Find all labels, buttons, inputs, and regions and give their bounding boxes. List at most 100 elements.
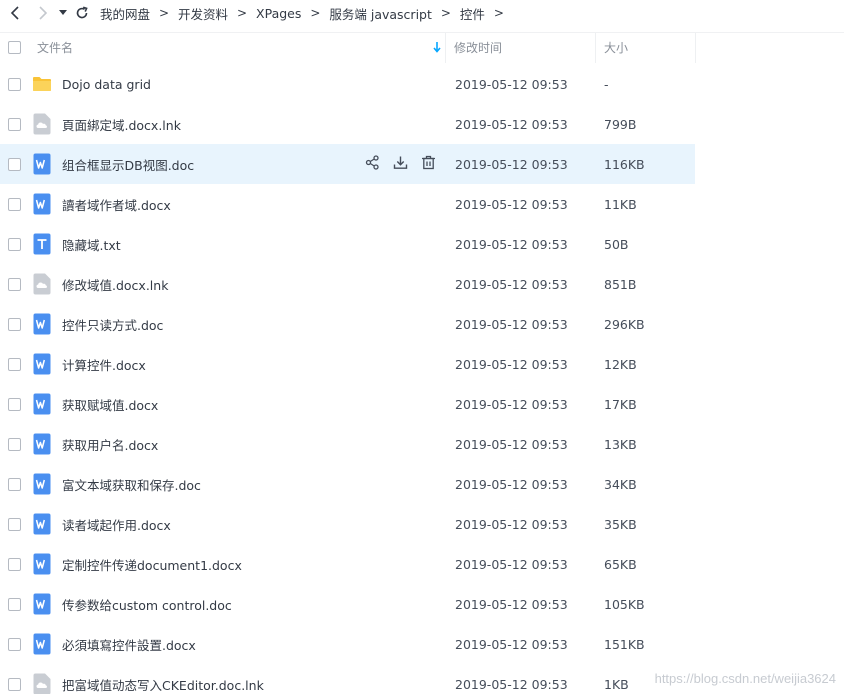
file-row[interactable]: 控件只读方式.doc 2019-05-12 09:53 296KB (0, 304, 695, 344)
back-button[interactable] (0, 0, 30, 26)
modified-time: 2019-05-12 09:53 (455, 156, 568, 172)
file-size: 17KB (604, 396, 637, 412)
row-actions (363, 155, 446, 174)
breadcrumb-item[interactable]: 开发资料 (178, 4, 228, 23)
row-checkbox[interactable] (8, 77, 21, 91)
file-row[interactable]: 定制控件传递document1.docx 2019-05-12 09:53 65KB (0, 544, 695, 584)
file-row[interactable]: 传参数给custom control.doc 2019-05-12 09:53 10… (0, 584, 695, 624)
file-size: 13KB (604, 436, 637, 452)
file-name[interactable]: 读者域起作用.docx (53, 515, 363, 534)
file-row[interactable]: 讀者域作者域.docx 2019-05-12 09:53 11KB (0, 184, 695, 224)
file-row[interactable]: 读者域起作用.docx 2019-05-12 09:53 35KB (0, 504, 695, 544)
column-header-size[interactable]: 大小 (596, 33, 695, 63)
file-size: 296KB (604, 316, 645, 332)
row-checkbox[interactable] (8, 157, 21, 171)
row-checkbox[interactable] (8, 197, 21, 211)
file-size: 12KB (604, 356, 637, 372)
file-row[interactable]: 计算控件.docx 2019-05-12 09:53 12KB (0, 344, 695, 384)
modified-time: 2019-05-12 09:53 (455, 596, 568, 612)
file-row[interactable]: 把富域值动态写入CKEditor.doc.lnk 2019-05-12 09:53… (0, 664, 695, 694)
file-size: 35KB (604, 516, 637, 532)
cloud-link-icon (31, 673, 53, 694)
file-name[interactable]: 必須填寫控件設置.docx (53, 635, 363, 654)
file-name[interactable]: 頁面綁定域.docx.lnk (53, 115, 363, 134)
modified-time: 2019-05-12 09:53 (455, 356, 568, 372)
file-list: Dojo data grid 2019-05-12 09:53 - 頁面綁定域.doc… (0, 64, 844, 694)
refresh-icon (76, 6, 88, 19)
file-name[interactable]: 获取赋域值.docx (53, 395, 363, 414)
row-checkbox[interactable] (8, 517, 21, 531)
row-checkbox[interactable] (8, 237, 21, 251)
row-checkbox[interactable] (8, 357, 21, 371)
row-checkbox[interactable] (8, 397, 21, 411)
column-header-time[interactable]: 修改时间 (446, 33, 595, 63)
sort-down-arrow-icon (433, 41, 441, 53)
breadcrumb-item[interactable]: 服务端 javascript (329, 4, 432, 23)
file-row[interactable]: 组合框显示DB视图.doc 2019-05-12 09:53 116KB (0, 144, 695, 184)
file-name[interactable]: 传参数给custom control.doc (53, 595, 363, 614)
modified-time: 2019-05-12 09:53 (455, 516, 568, 532)
file-name[interactable]: 把富域值动态写入CKEditor.doc.lnk (53, 675, 363, 694)
row-checkbox[interactable] (8, 477, 21, 491)
file-name[interactable]: 修改域值.docx.lnk (53, 275, 363, 294)
caret-down-icon (59, 10, 67, 15)
file-name[interactable]: 富文本域获取和保存.doc (53, 475, 363, 494)
history-dropdown-button[interactable] (56, 0, 70, 26)
column-header-name[interactable]: 文件名 (29, 33, 445, 63)
row-checkbox[interactable] (8, 677, 21, 691)
file-row[interactable]: 必須填寫控件設置.docx 2019-05-12 09:53 151KB (0, 624, 695, 664)
breadcrumb-item-current[interactable]: 控件 (460, 4, 485, 23)
file-row[interactable]: 隐藏域.txt 2019-05-12 09:53 50B (0, 224, 695, 264)
file-row[interactable]: 頁面綁定域.docx.lnk 2019-05-12 09:53 799B (0, 104, 695, 144)
delete-button[interactable] (419, 155, 438, 174)
file-row[interactable]: Dojo data grid 2019-05-12 09:53 - (0, 64, 695, 104)
file-name[interactable]: Dojo data grid (53, 77, 363, 92)
file-name[interactable]: 隐藏域.txt (53, 235, 363, 254)
row-checkbox[interactable] (8, 117, 21, 131)
file-size: 116KB (604, 156, 645, 172)
file-name[interactable]: 定制控件传递document1.docx (53, 555, 363, 574)
word-doc-icon (31, 593, 53, 615)
file-name[interactable]: 计算控件.docx (53, 355, 363, 374)
word-doc-icon (31, 193, 53, 215)
file-size: 65KB (604, 556, 637, 572)
row-checkbox[interactable] (8, 277, 21, 291)
breadcrumb-separator-icon: > (493, 6, 504, 20)
modified-time: 2019-05-12 09:53 (455, 196, 568, 212)
modified-time: 2019-05-12 09:53 (455, 236, 568, 252)
breadcrumb-item[interactable]: XPages (256, 6, 301, 21)
file-name[interactable]: 组合框显示DB视图.doc (53, 155, 363, 174)
breadcrumb-separator-icon: > (158, 6, 170, 20)
breadcrumb-separator-icon: > (440, 6, 451, 20)
file-name[interactable]: 获取用户名.docx (53, 435, 363, 454)
refresh-button[interactable] (70, 0, 94, 26)
column-header-name-label: 文件名 (37, 41, 74, 55)
file-size: 50B (604, 236, 629, 252)
word-doc-icon (31, 153, 53, 175)
file-name[interactable]: 控件只读方式.doc (53, 315, 363, 334)
file-size: 34KB (604, 476, 637, 492)
file-size: 105KB (604, 596, 645, 612)
modified-time: 2019-05-12 09:53 (455, 476, 568, 492)
row-checkbox[interactable] (8, 597, 21, 611)
row-checkbox[interactable] (8, 317, 21, 331)
file-name[interactable]: 讀者域作者域.docx (53, 195, 363, 214)
file-row[interactable]: 获取用户名.docx 2019-05-12 09:53 13KB (0, 424, 695, 464)
text-file-icon (31, 233, 53, 255)
breadcrumb-separator-icon: > (310, 6, 321, 20)
share-button[interactable] (363, 155, 382, 174)
file-size: 799B (604, 116, 637, 132)
file-row[interactable]: 修改域值.docx.lnk 2019-05-12 09:53 851B (0, 264, 695, 304)
file-row[interactable]: 获取赋域值.docx 2019-05-12 09:53 17KB (0, 384, 695, 424)
breadcrumb-item[interactable]: 我的网盘 (100, 4, 150, 23)
row-checkbox[interactable] (8, 437, 21, 451)
download-button[interactable] (391, 155, 410, 174)
row-checkbox[interactable] (8, 637, 21, 651)
select-all-checkbox[interactable] (8, 41, 21, 54)
forward-button[interactable] (30, 0, 56, 26)
navigation-bar: 我的网盘 > 开发资料 > XPages > 服务端 javascript > … (0, 0, 844, 26)
file-row[interactable]: 富文本域获取和保存.doc 2019-05-12 09:53 34KB (0, 464, 695, 504)
column-divider[interactable] (695, 32, 696, 63)
word-doc-icon (31, 513, 53, 535)
row-checkbox[interactable] (8, 557, 21, 571)
